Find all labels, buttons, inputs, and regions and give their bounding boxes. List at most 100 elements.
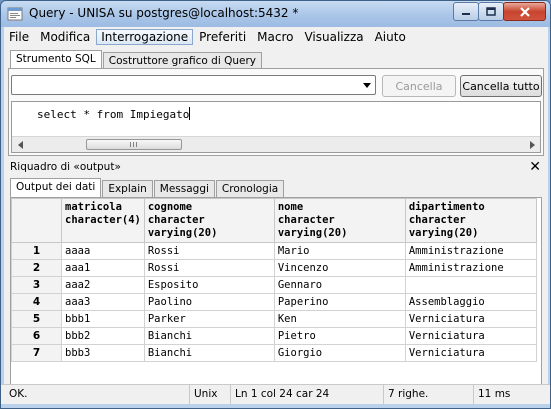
cell-cognome[interactable]: Bianchi [143,344,275,362]
cell-matricola[interactable]: aaaa [61,242,145,260]
column-header-matricola[interactable]: matricola character(4) [61,198,145,243]
text-caret [189,107,191,120]
cell-cognome[interactable]: Paolino [143,293,275,311]
cell-dipartimento[interactable] [404,276,537,294]
tab-explain[interactable]: Explain [102,180,153,197]
row-number[interactable]: 7 [11,344,62,362]
row-number[interactable]: 6 [11,327,62,345]
column-header-nome[interactable]: nome character varying(20) [273,198,406,243]
row-number[interactable]: 4 [11,293,62,311]
status-bar: OK. Unix Ln 1 col 24 car 24 7 righe. 11 … [1,384,550,404]
menu-file[interactable]: File [4,29,34,45]
sql-tool-pane: Cancella Cancella tutto select * from Im… [8,68,544,156]
editor-tabs: Strumento SQL Costruttore grafico di Que… [10,49,263,69]
cell-matricola[interactable]: bbb3 [61,344,145,362]
output-pane-header: Riquadro di «output» ✕ [8,159,544,176]
tab-messages[interactable]: Messaggi [153,180,215,197]
minimize-button[interactable] [453,2,479,21]
close-output-icon[interactable]: ✕ [529,159,541,175]
previous-queries-combo[interactable] [11,75,376,95]
tab-data-output[interactable]: Output dei dati [10,178,102,197]
cell-nome[interactable]: Ken [273,310,406,328]
cell-dipartimento[interactable]: Amministrazione [404,259,537,277]
status-exec-time: 11 ms [473,385,549,404]
status-cursor-position: Ln 1 col 24 car 24 [230,385,382,404]
cell-nome[interactable]: Gennaro [273,276,406,294]
row-number[interactable]: 5 [11,310,62,328]
maximize-icon [486,6,496,16]
cell-matricola[interactable]: bbb2 [61,327,145,345]
minimize-icon [462,12,470,15]
cell-matricola[interactable]: bbb1 [61,310,145,328]
table-header-row: matricola character(4) cognome character v… [11,198,537,243]
menu-bar: File Modifica Interrogazione Preferiti M… [4,27,548,47]
cancel-button[interactable]: Cancella [382,75,456,97]
column-header-dipartimento[interactable]: dipartimento character varying(20) [404,198,537,243]
result-table: matricola character(4) cognome character v… [11,198,537,362]
menu-interrogazione[interactable]: Interrogazione [96,29,194,45]
cancel-all-button[interactable]: Cancella tutto [460,75,542,97]
table-row[interactable]: 1 aaaa Rossi Mario Amministrazione [11,242,537,260]
table-row[interactable]: 4 aaa3 Paolino Paperino Assemblaggio [11,293,537,311]
cell-dipartimento[interactable]: Verniciatura [404,310,537,328]
menu-macro[interactable]: Macro [252,29,298,45]
scroll-grip: III [129,140,139,149]
tab-history[interactable]: Cronologia [215,180,285,197]
cell-cognome[interactable]: Rossi [143,259,275,277]
column-header-cognome[interactable]: cognome character varying(20) [143,198,275,243]
cell-dipartimento[interactable]: Amministrazione [404,242,537,260]
cell-matricola[interactable]: aaa3 [61,293,145,311]
horizontal-scrollbar[interactable]: III [12,136,540,152]
app-icon [7,7,23,21]
cell-cognome[interactable]: Bianchi [143,327,275,345]
table-row[interactable]: 5 bbb1 Parker Ken Verniciatura [11,310,537,328]
tab-query-builder[interactable]: Costruttore grafico di Query [102,52,263,69]
cell-cognome[interactable]: Rossi [143,242,275,260]
header-corner [11,198,62,243]
chevron-down-icon[interactable] [360,77,374,93]
output-tabs: Output dei dati Explain Messaggi Cronolo… [10,178,285,197]
output-pane-title: Riquadro di «output» [10,161,121,173]
cell-nome[interactable]: Mario [273,242,406,260]
cell-dipartimento[interactable]: Verniciatura [404,344,537,362]
sql-editor[interactable]: select * from Impiegato III [11,101,541,153]
close-button[interactable] [503,2,546,21]
close-icon [519,6,530,17]
cell-cognome[interactable]: Esposito [143,276,275,294]
title-bar[interactable]: Query - UNISA su postgres@localhost:5432… [1,1,550,27]
scrollbar-thumb[interactable]: III [86,139,182,150]
query-window: Query - UNISA su postgres@localhost:5432… [0,0,551,409]
status-message: OK. [9,388,28,400]
scroll-right-icon[interactable] [524,137,540,152]
row-number[interactable]: 2 [11,259,62,277]
status-line-endings: Unix [189,385,229,404]
cell-matricola[interactable]: aaa1 [61,259,145,277]
cell-nome[interactable]: Giorgio [273,344,406,362]
sql-query-line[interactable]: select * from Impiegato [37,107,191,121]
cell-nome[interactable]: Paperino [273,293,406,311]
tab-sql-tool[interactable]: Strumento SQL [10,50,102,69]
menu-modifica[interactable]: Modifica [35,29,95,45]
row-number[interactable]: 3 [11,276,62,294]
status-row-count: 7 righe. [383,385,472,404]
cell-nome[interactable]: Vincenzo [273,259,406,277]
menu-aiuto[interactable]: Aiuto [370,29,411,45]
main-area: Strumento SQL Costruttore grafico di Que… [4,47,548,402]
window-title: Query - UNISA su postgres@localhost:5432… [29,6,299,20]
table-row[interactable]: 6 bbb2 Bianchi Pietro Verniciatura [11,327,537,345]
cell-dipartimento[interactable]: Assemblaggio [404,293,537,311]
scroll-left-icon[interactable] [12,137,28,152]
cell-nome[interactable]: Pietro [273,327,406,345]
row-number[interactable]: 1 [11,242,62,260]
menu-visualizza[interactable]: Visualizza [299,29,368,45]
table-row[interactable]: 2 aaa1 Rossi Vincenzo Amministrazione [11,259,537,277]
table-row[interactable]: 3 aaa2 Esposito Gennaro [11,276,537,294]
sql-query-text: select * from Impiegato [37,108,190,121]
table-row[interactable]: 7 bbb3 Bianchi Giorgio Verniciatura [11,344,537,362]
cell-dipartimento[interactable]: Verniciatura [404,327,537,345]
data-output-grid: matricola character(4) cognome character v… [10,197,542,393]
cell-cognome[interactable]: Parker [143,310,275,328]
maximize-button[interactable] [478,2,504,21]
menu-preferiti[interactable]: Preferiti [194,29,251,45]
cell-matricola[interactable]: aaa2 [61,276,145,294]
